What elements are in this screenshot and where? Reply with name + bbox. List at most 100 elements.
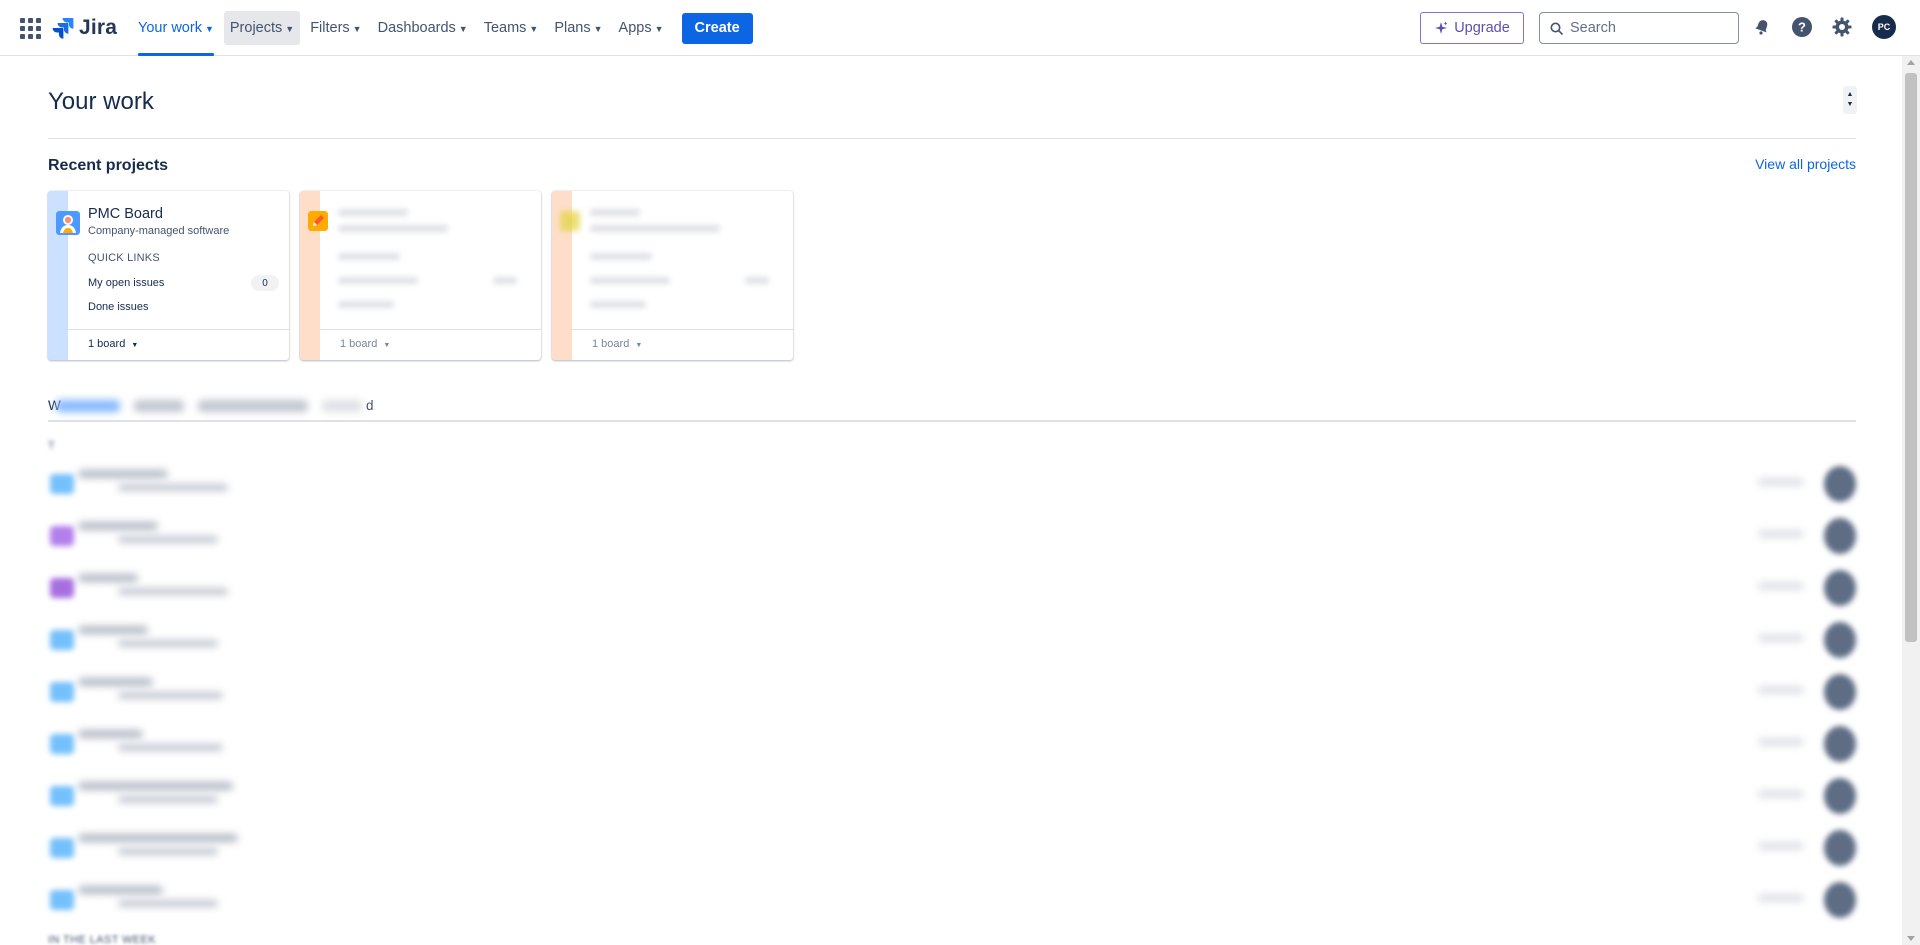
nav-teams-label: Teams — [483, 20, 527, 36]
work-item-row[interactable] — [48, 776, 1856, 816]
chevron-down-icon: ▼ — [131, 342, 139, 349]
nav-apps[interactable]: Apps ▼ — [613, 11, 670, 45]
chevron-down-icon: ▼ — [204, 24, 214, 34]
page-title: Your work — [48, 88, 154, 115]
project-type-icon — [50, 734, 74, 754]
today-group-label: T — [48, 440, 55, 452]
boards-dropdown[interactable]: 1 board ▼ — [592, 338, 642, 350]
nav-your-work-label: Your work — [138, 20, 202, 36]
scroll-up-arrow-icon[interactable] — [1907, 60, 1915, 65]
work-item-row[interactable] — [48, 724, 1856, 764]
chevron-down-icon: ▼ — [458, 24, 468, 34]
nav-apps-label: Apps — [618, 20, 652, 36]
in-the-last-week-label: IN THE LAST WEEK — [48, 934, 157, 945]
recent-projects-title: Recent projects — [48, 157, 169, 174]
notifications-icon[interactable] — [1749, 14, 1775, 40]
boards-label: 1 board — [592, 338, 630, 350]
obscured-card-content — [580, 201, 781, 330]
create-button[interactable]: Create — [681, 12, 753, 44]
project-type-icon — [50, 526, 74, 546]
nav-your-work[interactable]: Your work ▼ — [132, 11, 220, 56]
open-issues-count-badge: 0 — [251, 275, 279, 291]
work-item-row[interactable] — [48, 828, 1856, 868]
boards-dropdown[interactable]: 1 board ▼ — [88, 338, 138, 350]
chevron-down-icon: ▼ — [383, 342, 391, 349]
assignee-avatar — [1824, 518, 1856, 554]
nav-dashboards[interactable]: Dashboards ▼ — [372, 11, 474, 45]
obscured-card-content — [328, 201, 529, 330]
project-type-icon — [50, 838, 74, 858]
help-icon[interactable]: ? — [1789, 14, 1815, 40]
upgrade-label: Upgrade — [1454, 20, 1510, 36]
search-input[interactable]: Search — [1539, 12, 1739, 44]
caret-up-icon: ▲ — [1846, 91, 1854, 98]
chevron-down-icon: ▼ — [352, 24, 362, 34]
project-avatar-icon — [560, 211, 580, 231]
scroll-down-arrow-icon[interactable] — [1907, 936, 1915, 941]
card-footer-divider — [572, 329, 793, 330]
boards-dropdown[interactable]: 1 board ▼ — [340, 338, 390, 350]
primary-nav: Your work ▼ Projects ▼ Filters ▼ Dashboa… — [132, 11, 753, 56]
scrollbar-thumb[interactable] — [1905, 73, 1917, 642]
work-item-row[interactable] — [48, 672, 1856, 712]
work-tabs: W d — [48, 394, 1856, 422]
upgrade-button[interactable]: Upgrade — [1420, 12, 1524, 44]
nav-projects[interactable]: Projects ▼ — [223, 11, 301, 45]
project-type-icon — [50, 474, 74, 494]
nav-plans[interactable]: Plans ▼ — [548, 11, 608, 45]
nav-filters-label: Filters — [310, 20, 350, 36]
work-item-row[interactable] — [48, 464, 1856, 504]
jira-logo[interactable]: Jira — [52, 14, 117, 42]
jira-logo-icon — [52, 18, 74, 39]
project-card-3[interactable]: 1 board ▼ — [552, 191, 793, 360]
assignee-avatar — [1824, 830, 1856, 866]
page-scrollbar[interactable] — [1902, 56, 1920, 945]
assignee-avatar — [1824, 674, 1856, 710]
project-avatar-icon — [56, 211, 80, 235]
chevron-down-icon: ▼ — [285, 24, 295, 34]
header-scroll-control[interactable]: ▲ ▼ — [1843, 86, 1857, 114]
project-type-icon — [50, 786, 74, 806]
assignee-avatar — [1824, 726, 1856, 762]
work-item-row[interactable] — [48, 620, 1856, 660]
project-type-icon — [50, 578, 74, 598]
top-navigation: Jira Your work ▼ Projects ▼ Filters ▼ Da… — [0, 0, 1920, 56]
work-item-row[interactable] — [48, 880, 1856, 920]
settings-icon[interactable] — [1829, 14, 1855, 40]
caret-down-icon: ▼ — [1846, 101, 1854, 108]
app-switcher-icon[interactable] — [19, 17, 41, 39]
tab-active-indicator — [56, 400, 120, 412]
nav-dashboards-label: Dashboards — [377, 20, 456, 36]
header-divider — [48, 138, 1856, 139]
work-item-row[interactable] — [48, 516, 1856, 556]
card-footer-divider — [68, 329, 289, 330]
boards-label: 1 board — [88, 338, 126, 350]
nav-teams[interactable]: Teams ▼ — [478, 11, 545, 45]
project-avatar-icon — [308, 211, 328, 231]
work-item-row[interactable] — [48, 568, 1856, 608]
project-type-icon — [50, 630, 74, 650]
view-all-projects-link[interactable]: View all projects — [1755, 156, 1856, 172]
search-icon — [1550, 22, 1563, 35]
done-issues-link[interactable]: Done issues — [88, 301, 149, 313]
user-avatar[interactable]: PC — [1872, 15, 1896, 39]
project-name[interactable]: PMC Board — [88, 206, 163, 222]
tab-obscured[interactable] — [134, 400, 184, 412]
project-card-2[interactable]: 1 board ▼ — [300, 191, 541, 360]
chevron-down-icon: ▼ — [593, 24, 603, 34]
tab-obscured[interactable] — [322, 400, 362, 412]
logo-text: Jira — [79, 16, 118, 39]
chevron-down-icon: ▼ — [654, 24, 664, 34]
card-footer-divider — [320, 329, 541, 330]
assignee-avatar — [1824, 622, 1856, 658]
project-card-pmc-board[interactable]: PMC Board Company-managed software QUICK… — [48, 191, 289, 360]
search-placeholder: Search — [1570, 20, 1616, 36]
nav-filters[interactable]: Filters ▼ — [304, 11, 367, 45]
nav-plans-label: Plans — [554, 20, 591, 36]
nav-projects-label: Projects — [229, 20, 283, 36]
assignee-avatar — [1824, 882, 1856, 918]
my-open-issues-link[interactable]: My open issues — [88, 277, 164, 289]
project-type: Company-managed software — [88, 225, 230, 237]
tab-starred[interactable]: d — [366, 398, 374, 413]
tab-obscured[interactable] — [198, 400, 308, 412]
